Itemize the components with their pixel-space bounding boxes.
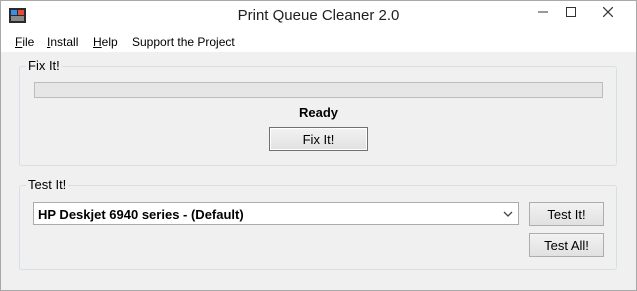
title-bar[interactable]: Print Queue Cleaner 2.0 [1,1,636,32]
minimize-icon [537,11,548,12]
fix-it-group-title: Fix It! [26,58,62,73]
printer-select[interactable]: HP Deskjet 6940 series - (Default) [33,202,519,225]
menu-file[interactable]: File [15,35,34,49]
maximize-button[interactable] [557,1,584,22]
test-it-group: Test It! [19,177,617,270]
printer-select-value: HP Deskjet 6940 series - (Default) [38,207,244,222]
progress-bar [34,82,603,98]
close-button[interactable] [585,1,631,22]
test-it-group-title: Test It! [26,177,69,192]
fix-it-button[interactable]: Fix It! [269,127,368,151]
menu-support-the-project[interactable]: Support the Project [132,35,235,49]
test-it-button[interactable]: Test It! [529,202,604,226]
minimize-button[interactable] [529,1,556,22]
maximize-icon [565,6,576,17]
app-window: Print Queue Cleaner 2.0 File Install Hel… [0,0,637,291]
test-all-button[interactable]: Test All! [529,233,604,257]
menu-bar: File Install Help Support the Project [1,32,636,52]
menu-help[interactable]: Help [93,35,118,49]
chevron-down-icon [503,211,513,217]
close-icon [603,6,613,17]
menu-install[interactable]: Install [47,35,78,49]
status-label: Ready [298,105,339,120]
